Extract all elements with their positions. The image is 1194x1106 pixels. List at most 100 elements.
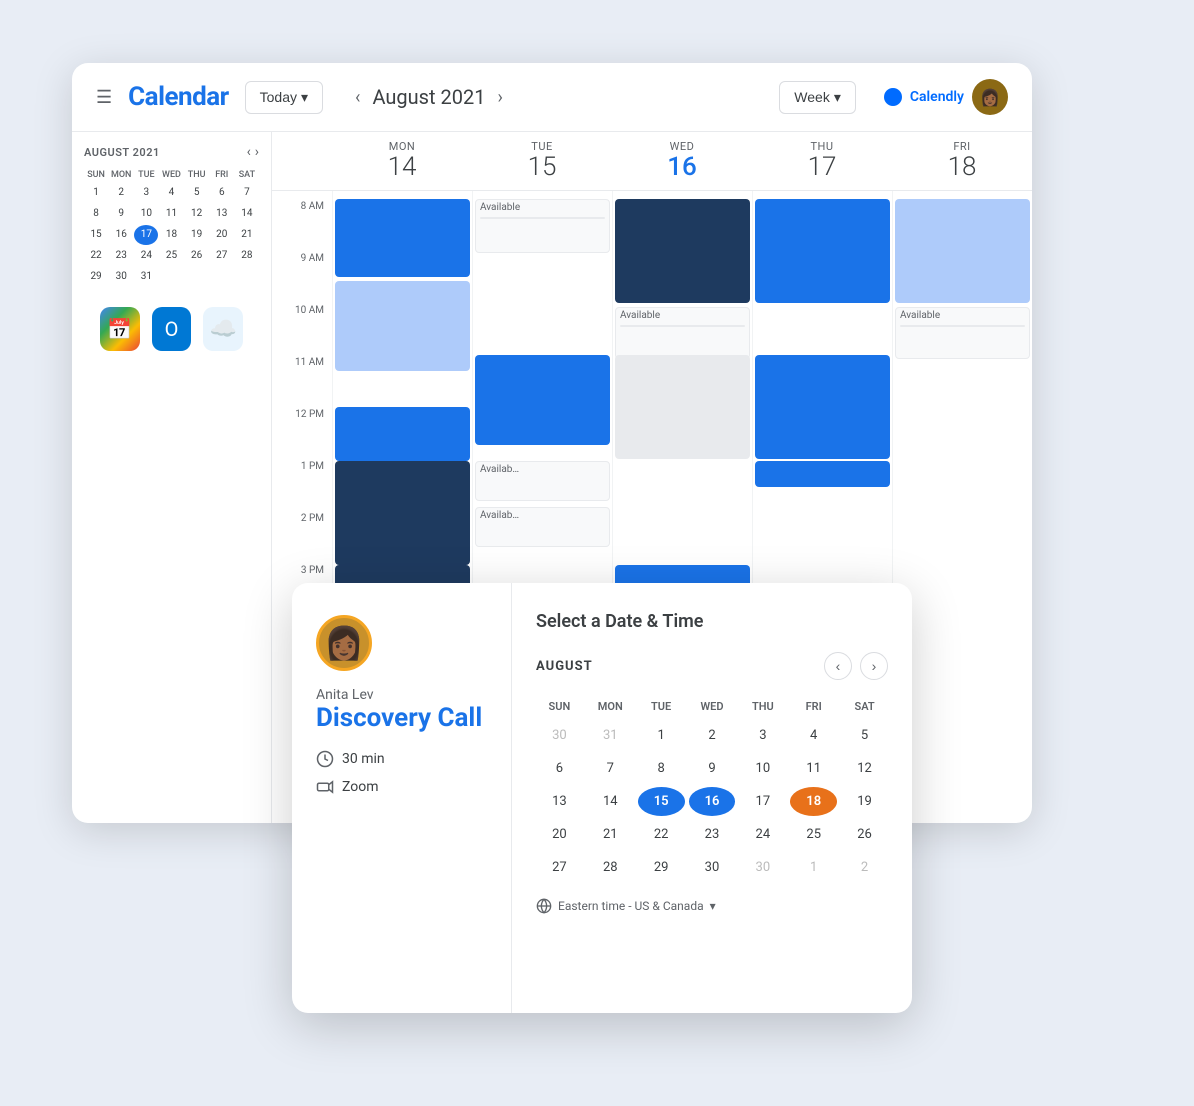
dp-day[interactable]: 20: [536, 820, 583, 849]
dp-day[interactable]: 31: [587, 721, 634, 750]
dp-day[interactable]: 13: [536, 787, 583, 816]
mini-next-button[interactable]: ›: [255, 144, 259, 160]
chevron-down-icon: ▾: [301, 89, 308, 106]
menu-icon[interactable]: ☰: [96, 87, 112, 108]
outlook-icon[interactable]: O: [152, 307, 192, 351]
mini-day[interactable]: 12: [185, 204, 209, 224]
dp-day[interactable]: 29: [638, 853, 685, 882]
mini-day[interactable]: 26: [185, 246, 209, 266]
dp-day[interactable]: 1: [790, 853, 837, 882]
calendar-event[interactable]: [895, 199, 1030, 303]
mini-day[interactable]: 10: [134, 204, 158, 224]
mini-day[interactable]: 23: [109, 246, 133, 266]
dp-day[interactable]: 2: [689, 721, 736, 750]
icloud-icon[interactable]: ☁️: [203, 307, 243, 351]
today-button[interactable]: Today ▾: [245, 81, 323, 114]
dp-day[interactable]: 7: [587, 754, 634, 783]
google-calendar-icon[interactable]: 📅: [100, 307, 140, 351]
timezone-selector[interactable]: Eastern time - US & Canada ▾: [536, 898, 888, 914]
calendar-event[interactable]: [615, 355, 750, 459]
user-avatar[interactable]: 👩🏾: [972, 79, 1008, 115]
dp-day[interactable]: 11: [790, 754, 837, 783]
dp-day[interactable]: 1: [638, 721, 685, 750]
dp-day[interactable]: 2: [841, 853, 888, 882]
mini-day[interactable]: 13: [210, 204, 234, 224]
mini-day[interactable]: 25: [159, 246, 183, 266]
mini-day[interactable]: 21: [235, 225, 259, 245]
mini-day-today[interactable]: 17: [134, 225, 158, 245]
mini-day[interactable]: 18: [159, 225, 183, 245]
calendar-event[interactable]: [755, 355, 890, 459]
dp-day[interactable]: 10: [739, 754, 786, 783]
dp-day[interactable]: 8: [638, 754, 685, 783]
day-header-mon: MON 14: [332, 140, 472, 182]
dp-day[interactable]: 24: [739, 820, 786, 849]
mini-day[interactable]: 14: [235, 204, 259, 224]
mini-day[interactable]: 11: [159, 204, 183, 224]
dp-day-15-selected[interactable]: 15: [638, 787, 685, 816]
mini-day[interactable]: 20: [210, 225, 234, 245]
dp-day[interactable]: 30: [536, 721, 583, 750]
dp-day[interactable]: 22: [638, 820, 685, 849]
dp-day[interactable]: 21: [587, 820, 634, 849]
mini-day[interactable]: 8: [84, 204, 108, 224]
dp-day[interactable]: 19: [841, 787, 888, 816]
mini-day[interactable]: 3: [134, 183, 158, 203]
dp-day[interactable]: 3: [739, 721, 786, 750]
dp-day[interactable]: 9: [689, 754, 736, 783]
calendar-event[interactable]: [615, 199, 750, 303]
mini-day[interactable]: 5: [185, 183, 209, 203]
mini-day[interactable]: 29: [84, 267, 108, 287]
dp-next-month-button[interactable]: ›: [860, 652, 888, 680]
calendar-event[interactable]: [755, 461, 890, 487]
calendar-event[interactable]: [755, 199, 890, 303]
mini-day[interactable]: 16: [109, 225, 133, 245]
mini-day[interactable]: 24: [134, 246, 158, 266]
available-slot[interactable]: Availab…: [475, 461, 610, 501]
calendar-event[interactable]: [335, 199, 470, 277]
mini-day[interactable]: 28: [235, 246, 259, 266]
available-slot[interactable]: Available: [475, 199, 610, 253]
mini-day[interactable]: 6: [210, 183, 234, 203]
mini-day[interactable]: 4: [159, 183, 183, 203]
calendar-event[interactable]: [335, 407, 470, 461]
dp-day[interactable]: 27: [536, 853, 583, 882]
next-month-button[interactable]: ›: [497, 87, 502, 108]
week-view-button[interactable]: Week ▾: [779, 81, 856, 114]
dp-day[interactable]: 6: [536, 754, 583, 783]
mini-prev-button[interactable]: ‹: [247, 144, 251, 160]
dp-day[interactable]: 12: [841, 754, 888, 783]
mini-day[interactable]: 2: [109, 183, 133, 203]
available-slot[interactable]: Available: [615, 307, 750, 359]
dp-day[interactable]: 25: [790, 820, 837, 849]
mini-day[interactable]: 1: [84, 183, 108, 203]
globe-icon: [536, 898, 552, 914]
mini-day[interactable]: 7: [235, 183, 259, 203]
mini-day[interactable]: 22: [84, 246, 108, 266]
dp-day-16-selected[interactable]: 16: [689, 787, 736, 816]
dp-day[interactable]: 23: [689, 820, 736, 849]
calendar-event[interactable]: [475, 355, 610, 445]
available-slot[interactable]: Available: [895, 307, 1030, 359]
dp-day[interactable]: 30: [739, 853, 786, 882]
dp-day[interactable]: 30: [689, 853, 736, 882]
dp-day[interactable]: 4: [790, 721, 837, 750]
dp-day[interactable]: 17: [739, 787, 786, 816]
mini-day[interactable]: 27: [210, 246, 234, 266]
dp-day-18-selected[interactable]: 18: [790, 787, 837, 816]
mini-day[interactable]: 30: [109, 267, 133, 287]
prev-month-button[interactable]: ‹: [355, 87, 360, 108]
mini-day[interactable]: 19: [185, 225, 209, 245]
dp-day[interactable]: 14: [587, 787, 634, 816]
dp-day[interactable]: 28: [587, 853, 634, 882]
available-slot[interactable]: Availab…: [475, 507, 610, 547]
dp-day[interactable]: 5: [841, 721, 888, 750]
calendar-event[interactable]: [335, 281, 470, 371]
calendar-event[interactable]: [335, 461, 470, 565]
day-header-tue: TUE 15: [472, 140, 612, 182]
mini-day[interactable]: 31: [134, 267, 158, 287]
mini-day[interactable]: 15: [84, 225, 108, 245]
mini-day[interactable]: 9: [109, 204, 133, 224]
dp-day[interactable]: 26: [841, 820, 888, 849]
dp-prev-month-button[interactable]: ‹: [824, 652, 852, 680]
